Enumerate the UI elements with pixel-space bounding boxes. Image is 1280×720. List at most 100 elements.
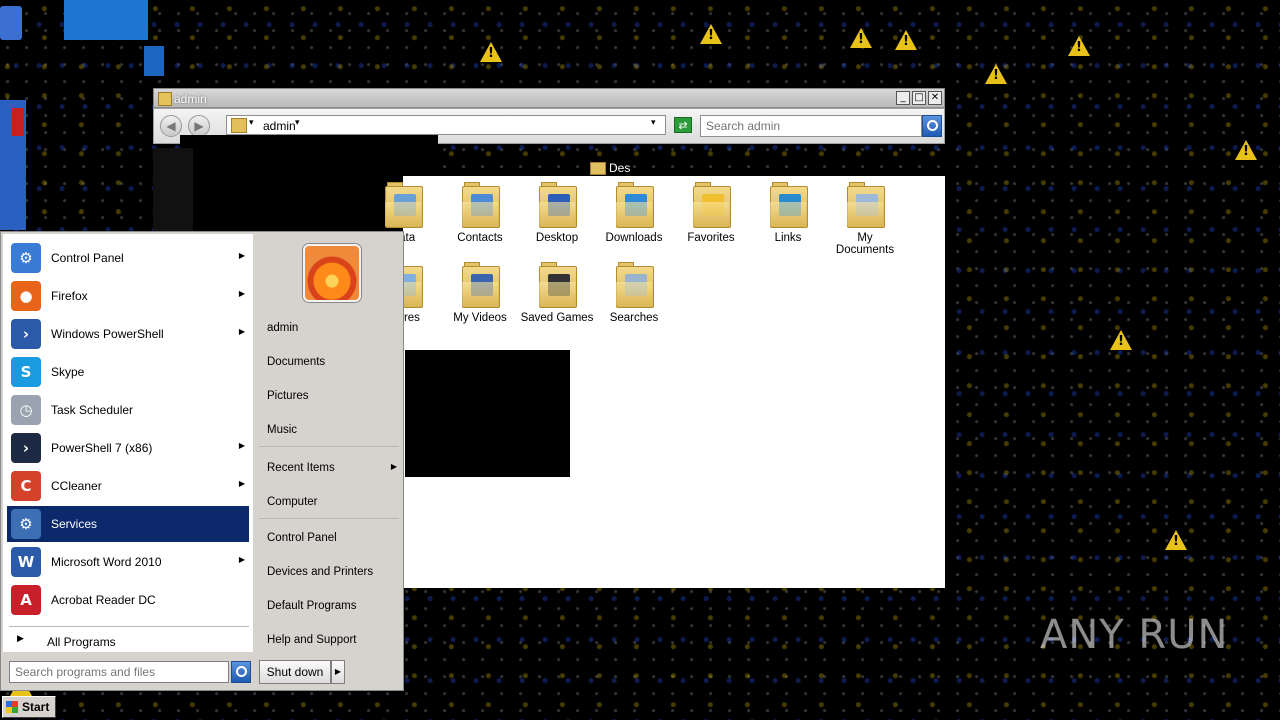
submenu-arrow-icon[interactable]: ▶ bbox=[391, 462, 397, 471]
control-panel-icon: ⚙ bbox=[11, 243, 41, 273]
breadcrumb-label: Des bbox=[609, 161, 631, 175]
folder-item[interactable]: Saved Games bbox=[519, 262, 595, 324]
separator bbox=[9, 626, 249, 627]
folder-label: Favorites bbox=[687, 232, 735, 244]
start-menu-program-item[interactable]: C CCleaner ▶ bbox=[7, 468, 249, 504]
start-menu-program-item[interactable]: W Microsoft Word 2010 ▶ bbox=[7, 544, 249, 580]
minimize-button[interactable]: _ bbox=[896, 91, 910, 105]
warning-icon bbox=[895, 30, 917, 50]
folder-label: My Documents bbox=[835, 232, 895, 256]
explorer-search-input[interactable] bbox=[706, 119, 906, 133]
contacts-folder-icon bbox=[462, 182, 500, 228]
start-menu-program-item[interactable]: A Acrobat Reader DC bbox=[7, 582, 249, 618]
start-menu-program-item[interactable]: › Windows PowerShell ▶ bbox=[7, 316, 249, 352]
folder-item[interactable]: Downloads bbox=[596, 182, 672, 244]
start-menu-program-item[interactable]: › PowerShell 7 (x86) ▶ bbox=[7, 430, 249, 466]
address-bar[interactable]: ▾ admin ▾ ▾ bbox=[226, 115, 666, 135]
breadcrumb-fragment: Des bbox=[590, 160, 690, 176]
address-path[interactable]: admin bbox=[263, 119, 296, 133]
appdata-folder-icon bbox=[385, 182, 423, 228]
shutdown-options-arrow-icon[interactable]: ▶ bbox=[331, 660, 345, 684]
favorites-folder-icon bbox=[693, 182, 731, 228]
place-label: Devices and Printers bbox=[267, 566, 374, 578]
explorer-titlebar[interactable]: admin _ □ ✕ bbox=[153, 88, 945, 108]
start-menu-user-link[interactable]: admin bbox=[259, 314, 403, 342]
render-artifact bbox=[405, 350, 570, 477]
skype-icon: S bbox=[11, 357, 41, 387]
start-menu-place-link[interactable]: Pictures bbox=[259, 382, 403, 410]
folder-item[interactable]: My Documents bbox=[827, 182, 903, 256]
submenu-arrow-icon[interactable]: ▶ bbox=[239, 289, 245, 298]
folder-item[interactable]: My Videos bbox=[442, 262, 518, 324]
maximize-button[interactable]: □ bbox=[912, 91, 926, 105]
chevron-right-icon[interactable]: ▾ bbox=[249, 118, 254, 128]
program-label: Acrobat Reader DC bbox=[51, 593, 156, 607]
start-menu-program-item[interactable]: ◷ Task Scheduler bbox=[7, 392, 249, 428]
program-label: Task Scheduler bbox=[51, 403, 134, 417]
start-button[interactable]: Start bbox=[2, 696, 56, 718]
place-label: Pictures bbox=[267, 390, 309, 402]
place-label: Help and Support bbox=[267, 634, 357, 646]
shutdown-button[interactable]: Shut down bbox=[259, 660, 331, 684]
start-menu-place-link[interactable]: Documents bbox=[259, 348, 403, 376]
close-button[interactable]: ✕ bbox=[928, 91, 942, 105]
folder-item[interactable]: Favorites bbox=[673, 182, 749, 244]
search-icon[interactable] bbox=[231, 661, 251, 683]
powershell7-icon: › bbox=[11, 433, 41, 463]
start-menu-program-item[interactable]: ⚙ Services bbox=[7, 506, 249, 542]
all-programs-button[interactable]: ▶ All Programs bbox=[7, 630, 249, 652]
place-label: Music bbox=[267, 424, 298, 436]
submenu-arrow-icon[interactable]: ▶ bbox=[239, 251, 245, 260]
desktop-icon-fragment bbox=[0, 6, 22, 40]
folder-item[interactable]: Desktop bbox=[519, 182, 595, 244]
acrobat-icon: A bbox=[11, 585, 41, 615]
start-menu-place-link[interactable]: Devices and Printers bbox=[259, 558, 403, 586]
chevron-right-icon: ▶ bbox=[17, 634, 24, 644]
desktop-icon-fragment bbox=[12, 108, 24, 136]
start-menu-place-link[interactable]: Recent Items ▶ bbox=[259, 454, 403, 482]
explorer-search-field[interactable] bbox=[700, 115, 922, 137]
program-label: Microsoft Word 2010 bbox=[51, 555, 162, 569]
window-title: admin bbox=[174, 92, 207, 106]
folder-label: Links bbox=[774, 232, 802, 244]
documents-folder-icon bbox=[847, 182, 885, 228]
submenu-arrow-icon[interactable]: ▶ bbox=[239, 441, 245, 450]
start-menu-programs: ⚙ Control Panel ▶ ● Firefox ▶ › Windows PowerSh… bbox=[3, 234, 253, 652]
windows-logo-icon bbox=[6, 701, 18, 713]
folder-label: Downloads bbox=[605, 232, 663, 244]
folder-icon bbox=[590, 162, 606, 175]
task-scheduler-icon: ◷ bbox=[11, 395, 41, 425]
submenu-arrow-icon[interactable]: ▶ bbox=[239, 479, 245, 488]
program-label: Windows PowerShell bbox=[51, 327, 164, 341]
user-name-label: admin bbox=[267, 322, 299, 334]
program-label: Skype bbox=[51, 365, 85, 379]
start-search-field[interactable] bbox=[9, 661, 229, 683]
start-menu-place-link[interactable]: Help and Support bbox=[259, 626, 403, 654]
start-menu-place-link[interactable]: Default Programs bbox=[259, 592, 403, 620]
folder-item[interactable]: Contacts bbox=[442, 182, 518, 244]
start-menu-program-item[interactable]: ● Firefox ▶ bbox=[7, 278, 249, 314]
refresh-button[interactable]: ⇄ bbox=[674, 117, 692, 133]
start-search-input[interactable] bbox=[15, 665, 220, 679]
start-menu-place-link[interactable]: Music bbox=[259, 416, 403, 444]
chevron-down-icon[interactable]: ▾ bbox=[295, 118, 300, 128]
start-menu-program-item[interactable]: ⚙ Control Panel ▶ bbox=[7, 240, 249, 276]
place-label: Control Panel bbox=[267, 532, 337, 544]
address-dropdown-icon[interactable]: ▾ bbox=[651, 118, 656, 128]
forward-button[interactable]: ▶ bbox=[188, 115, 210, 137]
submenu-arrow-icon[interactable]: ▶ bbox=[239, 327, 245, 336]
search-icon[interactable] bbox=[922, 115, 942, 137]
desktop-folder-icon bbox=[539, 182, 577, 228]
start-menu-place-link[interactable]: Control Panel bbox=[259, 524, 403, 552]
folder-icon bbox=[231, 118, 247, 133]
warning-icon bbox=[1235, 140, 1257, 160]
user-avatar[interactable] bbox=[303, 244, 361, 302]
back-button[interactable]: ◀ bbox=[160, 115, 182, 137]
start-menu-place-link[interactable]: Computer bbox=[259, 488, 403, 516]
videos-folder-icon bbox=[462, 262, 500, 308]
firefox-icon: ● bbox=[11, 281, 41, 311]
submenu-arrow-icon[interactable]: ▶ bbox=[239, 555, 245, 564]
start-menu-program-item[interactable]: S Skype bbox=[7, 354, 249, 390]
folder-item[interactable]: Links bbox=[750, 182, 826, 244]
folder-item[interactable]: Searches bbox=[596, 262, 672, 324]
